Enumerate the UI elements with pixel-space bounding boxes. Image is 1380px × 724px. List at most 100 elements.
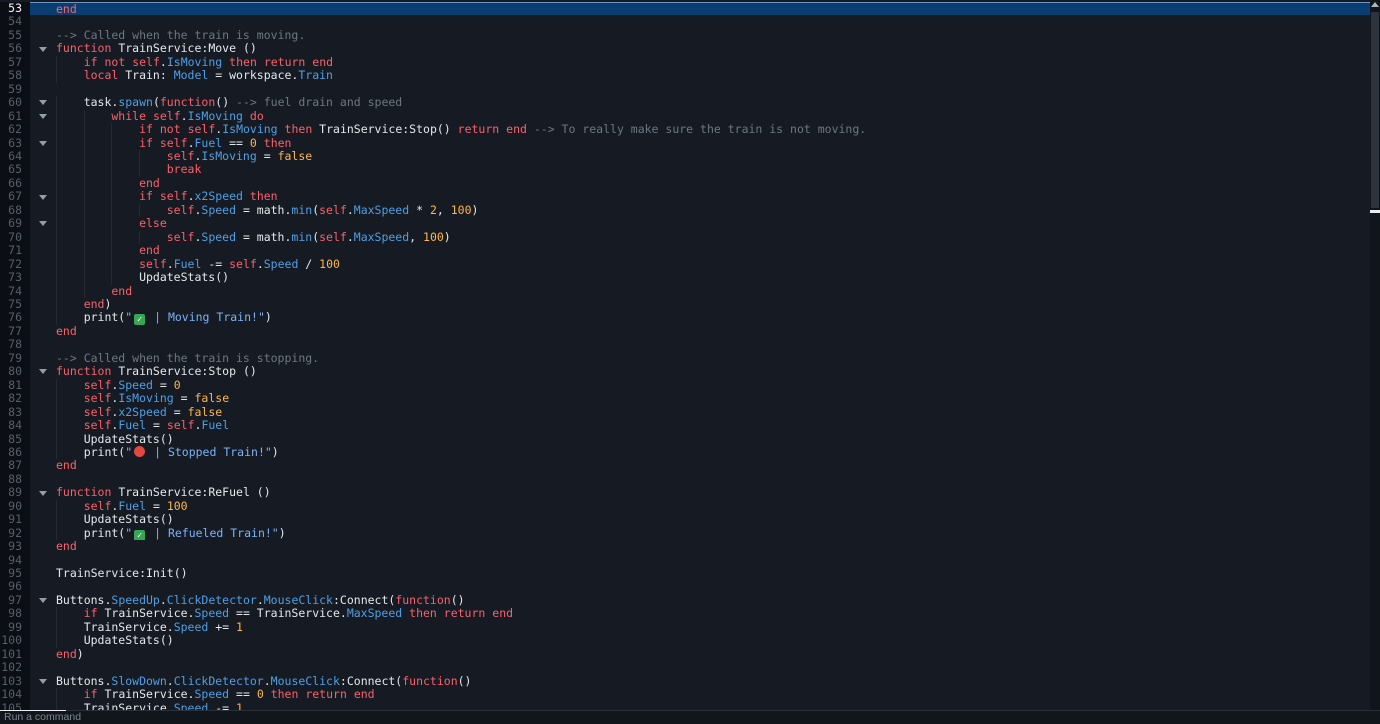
- code-line[interactable]: 101end): [0, 648, 1380, 661]
- code-line[interactable]: 87end: [0, 459, 1380, 472]
- code-line[interactable]: 85UpdateStats(): [0, 433, 1380, 446]
- code-line[interactable]: 68self.Speed = math.min(self.MaxSpeed * …: [0, 204, 1380, 217]
- line-number[interactable]: 86: [0, 446, 30, 459]
- line-number[interactable]: 63: [0, 137, 30, 150]
- line-number[interactable]: 100: [0, 634, 30, 647]
- fold-arrow-icon[interactable]: [39, 369, 47, 374]
- code-line[interactable]: 54: [0, 15, 1380, 28]
- code-line[interactable]: 53end: [0, 2, 1380, 15]
- line-number[interactable]: 81: [0, 379, 30, 392]
- vertical-scrollbar[interactable]: [1370, 0, 1380, 710]
- code-line[interactable]: 93end: [0, 540, 1380, 553]
- fold-arrow-icon[interactable]: [39, 598, 47, 603]
- code-line[interactable]: 56function TrainService:Move (): [0, 42, 1380, 55]
- line-number[interactable]: 67: [0, 190, 30, 203]
- line-number[interactable]: 90: [0, 500, 30, 513]
- line-number[interactable]: 60: [0, 96, 30, 109]
- code-line[interactable]: 75end): [0, 298, 1380, 311]
- code-line[interactable]: 72self.Fuel -= self.Speed / 100: [0, 258, 1380, 271]
- line-number[interactable]: 88: [0, 473, 30, 486]
- code-line[interactable]: 105TrainService.Speed -= 1: [0, 702, 1380, 710]
- code-line[interactable]: 90self.Fuel = 100: [0, 500, 1380, 513]
- line-number[interactable]: 73: [0, 271, 30, 284]
- code-line[interactable]: 63if self.Fuel == 0 then: [0, 137, 1380, 150]
- code-line[interactable]: 77end: [0, 325, 1380, 338]
- line-number[interactable]: 77: [0, 325, 30, 338]
- line-number[interactable]: 98: [0, 607, 30, 620]
- code-line[interactable]: 67if self.x2Speed then: [0, 190, 1380, 203]
- line-number[interactable]: 55: [0, 29, 30, 42]
- code-line[interactable]: 65break: [0, 163, 1380, 176]
- line-number[interactable]: 95: [0, 567, 30, 580]
- line-number[interactable]: 74: [0, 285, 30, 298]
- line-number[interactable]: 79: [0, 352, 30, 365]
- fold-arrow-icon[interactable]: [39, 100, 47, 105]
- code-line[interactable]: 74end: [0, 285, 1380, 298]
- line-number[interactable]: 54: [0, 15, 30, 28]
- code-line[interactable]: 97Buttons.SpeedUp.ClickDetector.MouseCli…: [0, 594, 1380, 607]
- code-line[interactable]: 82self.IsMoving = false: [0, 392, 1380, 405]
- line-number[interactable]: 84: [0, 419, 30, 432]
- line-number[interactable]: 101: [0, 648, 30, 661]
- code-line[interactable]: 66end: [0, 177, 1380, 190]
- code-line[interactable]: 83self.x2Speed = false: [0, 406, 1380, 419]
- line-number[interactable]: 102: [0, 661, 30, 674]
- code-line[interactable]: 80function TrainService:Stop (): [0, 365, 1380, 378]
- line-number[interactable]: 96: [0, 580, 30, 593]
- line-number[interactable]: 92: [0, 527, 30, 540]
- line-number[interactable]: 57: [0, 56, 30, 69]
- fold-arrow-icon[interactable]: [39, 221, 47, 226]
- line-number[interactable]: 78: [0, 338, 30, 351]
- code-line[interactable]: 103Buttons.SlowDown.ClickDetector.MouseC…: [0, 675, 1380, 688]
- code-line[interactable]: 89function TrainService:ReFuel (): [0, 486, 1380, 499]
- code-line[interactable]: 78: [0, 338, 1380, 351]
- fold-arrow-icon[interactable]: [39, 114, 47, 119]
- line-number[interactable]: 64: [0, 150, 30, 163]
- fold-arrow-icon[interactable]: [39, 491, 47, 496]
- line-number[interactable]: 53: [0, 2, 30, 15]
- line-number[interactable]: 82: [0, 392, 30, 405]
- line-number[interactable]: 58: [0, 69, 30, 82]
- line-number[interactable]: 62: [0, 123, 30, 136]
- line-number[interactable]: 70: [0, 231, 30, 244]
- code-line[interactable]: 70self.Speed = math.min(self.MaxSpeed, 1…: [0, 231, 1380, 244]
- line-number[interactable]: 99: [0, 621, 30, 634]
- line-number[interactable]: 56: [0, 42, 30, 55]
- line-number[interactable]: 91: [0, 513, 30, 526]
- code-line[interactable]: 57if not self.IsMoving then return end: [0, 56, 1380, 69]
- line-number[interactable]: 104: [0, 688, 30, 701]
- code-line[interactable]: 92print("✓ | Refueled Train!"): [0, 527, 1380, 540]
- code-line[interactable]: 69else: [0, 217, 1380, 230]
- line-number[interactable]: 68: [0, 204, 30, 217]
- code-line[interactable]: 99TrainService.Speed += 1: [0, 621, 1380, 634]
- code-line[interactable]: 91UpdateStats(): [0, 513, 1380, 526]
- line-number[interactable]: 103: [0, 675, 30, 688]
- fold-arrow-icon[interactable]: [39, 141, 47, 146]
- fold-arrow-icon[interactable]: [39, 195, 47, 200]
- line-number[interactable]: 71: [0, 244, 30, 257]
- line-number[interactable]: 66: [0, 177, 30, 190]
- line-number[interactable]: 80: [0, 365, 30, 378]
- line-number[interactable]: 75: [0, 298, 30, 311]
- code-line[interactable]: 94: [0, 554, 1380, 567]
- code-line[interactable]: 55--> Called when the train is moving.: [0, 29, 1380, 42]
- line-number[interactable]: 76: [0, 311, 30, 324]
- code-line[interactable]: 61while self.IsMoving do: [0, 110, 1380, 123]
- code-line[interactable]: 81self.Speed = 0: [0, 379, 1380, 392]
- line-number[interactable]: 89: [0, 486, 30, 499]
- code-line[interactable]: 104if TrainService.Speed == 0 then retur…: [0, 688, 1380, 701]
- fold-arrow-icon[interactable]: [39, 47, 47, 52]
- scrollbar-thumb[interactable]: [1371, 12, 1379, 208]
- code-line[interactable]: 98if TrainService.Speed == TrainService.…: [0, 607, 1380, 620]
- code-line[interactable]: 60task.spawn(function() --> fuel drain a…: [0, 96, 1380, 109]
- code-line[interactable]: 71end: [0, 244, 1380, 257]
- line-number[interactable]: 97: [0, 594, 30, 607]
- code-line[interactable]: 58local Train: Model = workspace.Train: [0, 69, 1380, 82]
- command-bar-input[interactable]: Run a command: [4, 711, 81, 723]
- code-line[interactable]: 79--> Called when the train is stopping.: [0, 352, 1380, 365]
- line-number[interactable]: 61: [0, 110, 30, 123]
- line-number[interactable]: 85: [0, 433, 30, 446]
- line-number[interactable]: 93: [0, 540, 30, 553]
- code-line[interactable]: 88: [0, 473, 1380, 486]
- code-line[interactable]: 102: [0, 661, 1380, 674]
